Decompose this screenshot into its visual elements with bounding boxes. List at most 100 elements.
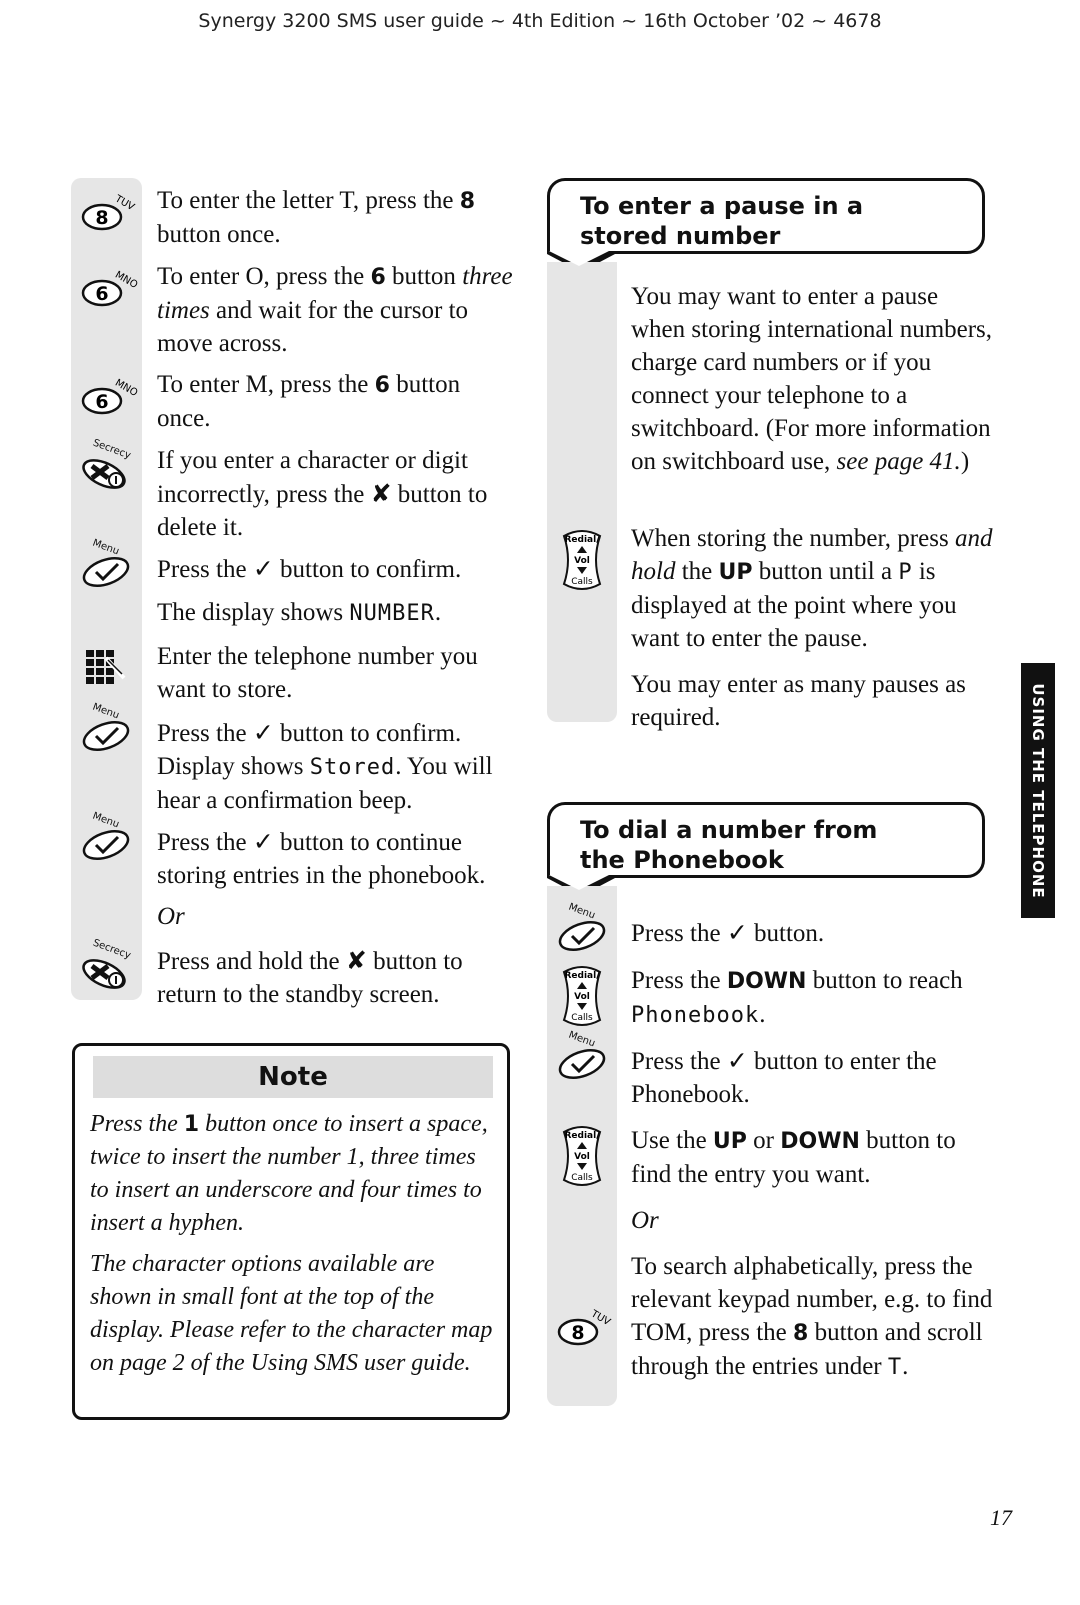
menu-confirm-icon: Menu <box>80 811 140 870</box>
display-text: P <box>898 560 913 585</box>
text-run: button <box>385 263 463 290</box>
instruction-paragraph: Press the ✓ button to confirm. Display s… <box>157 716 519 817</box>
key-6-mno-icon: MNO 6 <box>80 373 140 423</box>
svg-text:8: 8 <box>95 207 108 229</box>
key-6-mno-icon: MNO 6 <box>80 265 140 315</box>
svg-text:Calls: Calls <box>571 1173 593 1183</box>
svg-text:Vol: Vol <box>574 992 590 1002</box>
text-run: Press the <box>631 920 727 947</box>
instruction-paragraph: Press the ✓ button to continue storing e… <box>157 825 519 892</box>
text-run: . <box>434 599 442 626</box>
instruction-paragraph: Or <box>631 1204 993 1237</box>
text-run: button once. <box>157 221 281 248</box>
instruction-paragraph: You may enter as many pauses as required… <box>631 668 993 734</box>
check-symbol-icon: ✓ <box>726 918 748 947</box>
text-run: Use the <box>631 1127 713 1154</box>
check-symbol-icon: ✓ <box>726 1046 748 1075</box>
text-run: DOWN <box>780 1129 860 1154</box>
text-run: The display shows <box>157 599 350 626</box>
instruction-paragraph: Press the DOWN button to reach Phonebook… <box>631 964 993 1032</box>
menu-confirm-icon: Menu <box>556 1030 616 1089</box>
text-run: Enter the telephone number you want to s… <box>157 643 478 703</box>
text-run: Press the <box>157 829 253 856</box>
text-run: Press the <box>631 967 727 994</box>
text-run: The character options available are show… <box>90 1251 493 1376</box>
text-run: . <box>759 1001 766 1028</box>
svg-text:Calls: Calls <box>571 577 593 587</box>
text-run: Or <box>631 1207 659 1234</box>
text-run: Press and hold the <box>157 948 346 975</box>
menu-confirm-icon: Menu <box>556 902 616 961</box>
instruction-paragraph: Use the UP or DOWN button to find the en… <box>631 1124 993 1191</box>
instruction-paragraph: To enter O, press the 6 button three tim… <box>157 260 519 360</box>
text-run: see page 41. <box>836 448 961 475</box>
text-run: UP <box>718 560 753 585</box>
section-tab-label: USING THE TELEPHONE <box>1029 682 1047 899</box>
text-run: button until a <box>752 558 899 585</box>
svg-text:Vol: Vol <box>574 1152 590 1162</box>
key-8-tuv-icon: TUV 8 <box>80 189 140 239</box>
check-symbol-icon: ✓ <box>252 718 274 747</box>
instruction-paragraph: Press the ✓ button to enter the Phoneboo… <box>631 1044 993 1111</box>
text-run: DOWN <box>726 969 807 994</box>
section-tab: USING THE TELEPHONE <box>1021 663 1055 918</box>
text-run: . <box>902 1353 909 1380</box>
instruction-paragraph: To enter the letter T, press the 8 butto… <box>157 184 519 251</box>
redial-vol-calls-icon: Redial/Vol Calls <box>556 964 608 1033</box>
instruction-paragraph: Enter the telephone number you want to s… <box>157 640 519 706</box>
text-run: Press the <box>90 1111 184 1137</box>
svg-text:Redial/: Redial/ <box>564 971 600 981</box>
svg-text:Vol: Vol <box>574 556 590 566</box>
text-run: ) <box>960 448 970 475</box>
section-heading-pause: To enter a pause in a stored number <box>547 178 985 254</box>
secrecy-delete-icon: Secrecy <box>80 938 140 999</box>
cross-symbol-icon: ✘ <box>370 479 392 508</box>
text-run: To enter O, press the <box>157 263 371 290</box>
svg-text:Calls: Calls <box>571 1013 593 1023</box>
redial-vol-calls-icon: Redial/Vol Calls <box>556 1124 608 1193</box>
redial-vol-calls-icon: Redial/Vol Calls <box>556 528 608 597</box>
instruction-paragraph: Or <box>157 900 519 933</box>
keypad-icon <box>80 644 130 694</box>
text-run: the <box>675 558 719 585</box>
instruction-paragraph: The display shows NUMBER. <box>157 596 519 630</box>
text-run: 8 <box>459 189 476 214</box>
display-text: T <box>887 1355 903 1380</box>
instruction-paragraph: Press the ✓ button. <box>631 916 993 950</box>
svg-text:8: 8 <box>571 1322 584 1344</box>
text-run: button. <box>747 920 825 947</box>
instruction-paragraph: You may want to enter a pause when stori… <box>631 280 993 478</box>
menu-confirm-icon: Menu <box>80 538 140 597</box>
text-run: To enter the letter T, press the <box>157 187 460 214</box>
svg-text:6: 6 <box>95 283 108 305</box>
right-icon-strip-1 <box>547 262 617 722</box>
instruction-paragraph: Press and hold the ✘ button to return to… <box>157 944 519 1011</box>
text-run: Or <box>157 903 185 930</box>
instruction-paragraph: When storing the number, press and hold … <box>631 522 993 655</box>
text-run: 8 <box>793 1321 809 1346</box>
svg-text:6: 6 <box>95 391 108 413</box>
check-symbol-icon: ✓ <box>252 827 274 856</box>
section-heading-dial: To dial a number from the Phonebook <box>547 802 985 878</box>
text-run: 1 <box>183 1112 200 1137</box>
running-header: Synergy 3200 SMS user guide ~ 4th Editio… <box>198 10 882 32</box>
text-run: or <box>746 1127 781 1154</box>
text-run: button to reach <box>806 967 963 994</box>
text-run: 6 <box>374 373 390 398</box>
text-run: button to confirm. <box>273 556 462 583</box>
text-run: When storing the number, press <box>631 525 955 552</box>
note-paragraph: The character options available are show… <box>90 1248 500 1380</box>
note-box: Note Press the 1 button once to insert a… <box>72 1043 510 1420</box>
note-paragraph: Press the 1 button once to insert a spac… <box>90 1108 500 1240</box>
text-run: To enter M, press the <box>157 371 375 398</box>
text-run: You may enter as many pauses as required… <box>631 671 966 731</box>
instruction-paragraph: To enter M, press the 6 button once. <box>157 368 519 435</box>
menu-confirm-icon: Menu <box>80 702 140 761</box>
text-run: Press the <box>157 556 253 583</box>
cross-symbol-icon: ✘ <box>345 946 367 975</box>
display-text: Stored <box>309 755 396 780</box>
display-text: Phonebook <box>631 1003 760 1028</box>
text-run: Press the <box>631 1048 727 1075</box>
svg-text:Redial/: Redial/ <box>564 535 600 545</box>
secrecy-delete-icon: Secrecy <box>80 438 140 499</box>
